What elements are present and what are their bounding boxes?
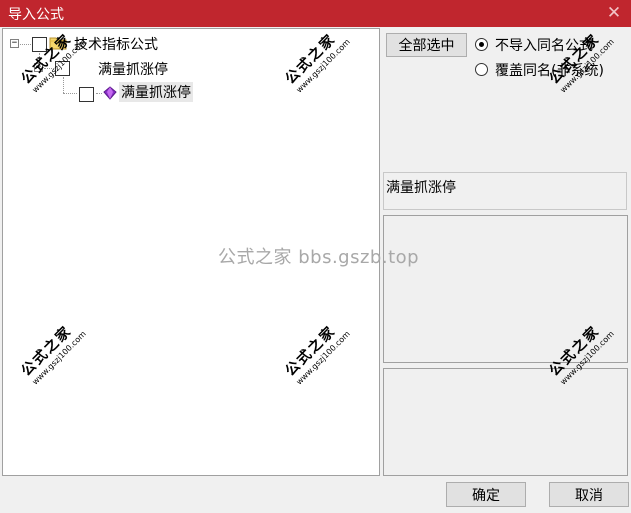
center-watermark: 公式之家 bbs.gszb.top — [218, 247, 420, 268]
formula-gem-icon — [103, 86, 117, 100]
tree-connector — [44, 68, 54, 69]
tree-group-label[interactable]: 满量抓涨停 — [98, 59, 168, 79]
root-checkbox[interactable] — [32, 37, 47, 52]
formula-params-panel — [383, 368, 628, 476]
ok-button[interactable]: 确定 — [446, 482, 526, 507]
tree-leaf-label[interactable]: 满量抓涨停 — [119, 82, 193, 102]
tree-connector — [63, 93, 77, 94]
tree-connector — [63, 77, 64, 93]
tree-root-label[interactable]: 技术指标公式 — [74, 34, 158, 54]
formula-name-box: 满量抓涨停 — [383, 172, 627, 210]
radio-overwrite-same-name[interactable] — [475, 63, 488, 76]
title-bar: 导入公式 ✕ — [0, 0, 631, 27]
folder-icon — [49, 37, 67, 50]
group-expander[interactable]: − — [34, 63, 43, 72]
tree-connector — [96, 93, 102, 94]
group-checkbox[interactable] — [55, 61, 70, 76]
root-expander[interactable]: − — [10, 39, 19, 48]
tree-connector — [20, 44, 31, 45]
radio-overwrite-label[interactable]: 覆盖同名(非系统) — [495, 60, 604, 80]
radio-skip-label[interactable]: 不导入同名公式 — [495, 35, 593, 55]
formula-description-panel — [383, 215, 628, 363]
radio-skip-same-name[interactable] — [475, 38, 488, 51]
cancel-button[interactable]: 取消 — [549, 482, 629, 507]
leaf-checkbox[interactable] — [79, 87, 94, 102]
formula-name: 满量抓涨停 — [386, 180, 456, 196]
window-title: 导入公式 — [8, 7, 64, 23]
close-icon[interactable]: ✕ — [605, 2, 623, 24]
select-all-button[interactable]: 全部选中 — [386, 33, 467, 57]
